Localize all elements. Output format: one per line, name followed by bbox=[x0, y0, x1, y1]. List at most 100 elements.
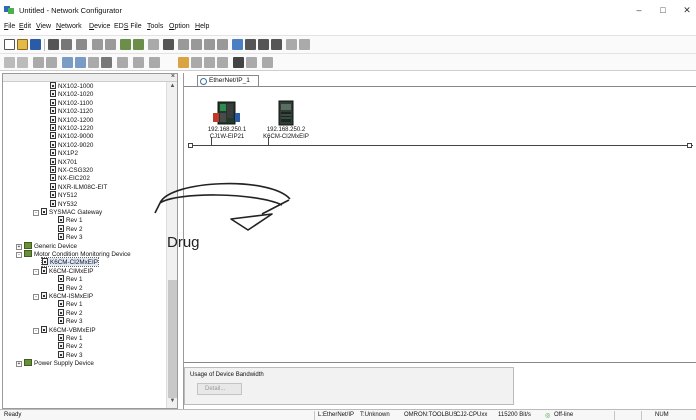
new-file-icon[interactable] bbox=[4, 39, 15, 50]
zoom-in-icon[interactable] bbox=[92, 39, 103, 50]
tree-item[interactable]: Rev 3 bbox=[58, 317, 82, 325]
close-button[interactable]: ✕ bbox=[680, 4, 694, 16]
menu-network[interactable]: Network bbox=[56, 23, 82, 30]
collapse-icon[interactable]: - bbox=[16, 252, 22, 258]
arrow-down-icon[interactable] bbox=[75, 57, 86, 68]
tree-item[interactable]: NY512 bbox=[50, 191, 77, 199]
open-folder-icon[interactable] bbox=[17, 39, 28, 50]
menu-edit[interactable]: Edit bbox=[19, 23, 31, 30]
menu-option[interactable]: Option bbox=[169, 23, 190, 30]
maximize-button[interactable]: □ bbox=[656, 4, 670, 16]
detail-button[interactable]: Detail... bbox=[197, 383, 242, 395]
device-list-icon[interactable] bbox=[17, 57, 28, 68]
menu-view[interactable]: View bbox=[36, 23, 51, 30]
pointer-icon[interactable] bbox=[148, 39, 159, 50]
collapse-icon[interactable]: - bbox=[33, 210, 39, 216]
tree-item[interactable]: Rev 3 bbox=[58, 233, 82, 241]
online-icon[interactable] bbox=[133, 57, 144, 68]
minimize-button[interactable]: – bbox=[632, 4, 646, 16]
menu-tools[interactable]: Tools bbox=[147, 23, 163, 30]
tree-item[interactable]: K6CM-CI2MxEIP bbox=[41, 257, 99, 268]
tree-item[interactable]: NX102-1120 bbox=[50, 107, 93, 115]
collapse-icon[interactable]: - bbox=[33, 327, 39, 334]
register-icon[interactable] bbox=[33, 57, 44, 68]
tree-item[interactable]: NX102-9000 bbox=[50, 132, 93, 140]
tree-item[interactable]: + Generic Device bbox=[16, 241, 77, 250]
menu-eds-file[interactable]: EDS File bbox=[114, 23, 142, 30]
scrollbar-thumb[interactable] bbox=[168, 280, 177, 398]
tree-item[interactable]: + Power Supply Device bbox=[16, 359, 94, 368]
menu-file[interactable]: File bbox=[4, 23, 15, 30]
tree-item[interactable]: NX1P2 bbox=[50, 149, 78, 157]
tree-item[interactable]: NX102-1000 bbox=[50, 82, 93, 90]
close-icon[interactable]: × bbox=[171, 73, 175, 80]
scroll-down-icon[interactable]: ▼ bbox=[168, 398, 177, 407]
tree-item[interactable]: NXR-ILM08C-EIT bbox=[50, 182, 107, 191]
tree-item[interactable]: - K6CM-VBMxEIP bbox=[33, 325, 96, 334]
eds-icon[interactable] bbox=[191, 57, 202, 68]
tree-item[interactable]: Rev 2 bbox=[58, 224, 82, 233]
tree-item[interactable]: NX102-1020 bbox=[50, 90, 93, 98]
tree-item[interactable]: NX-CSG320 bbox=[50, 166, 93, 174]
tree-item[interactable]: NY532 bbox=[50, 199, 77, 208]
tab-ethernet-ip-1[interactable]: EtherNet/IP_1 bbox=[197, 75, 259, 86]
device-search-icon[interactable] bbox=[178, 57, 189, 68]
tree-item[interactable]: - SYSMAC Gateway bbox=[33, 208, 102, 216]
diagnosis-icon[interactable] bbox=[149, 57, 160, 68]
scroll-up-icon[interactable]: ▲ bbox=[168, 83, 177, 92]
upload-icon[interactable] bbox=[232, 39, 243, 50]
tree-item[interactable]: NX102-1100 bbox=[50, 98, 93, 107]
device-tree[interactable]: NX102-1000 NX102-1020 NX102-1100 NX102-1120… bbox=[3, 82, 166, 408]
copy-icon[interactable] bbox=[191, 39, 202, 50]
tree-item[interactable]: NX102-1200 bbox=[50, 115, 93, 124]
tree-item[interactable]: Rev 2 bbox=[58, 342, 82, 350]
disconnect-icon[interactable] bbox=[133, 39, 144, 50]
tree-item[interactable]: NX701 bbox=[50, 157, 77, 166]
expand-icon[interactable]: + bbox=[16, 243, 22, 250]
save-icon[interactable] bbox=[30, 39, 41, 50]
expand-icon[interactable]: + bbox=[16, 361, 22, 368]
tree-item[interactable]: NX102-1220 bbox=[50, 124, 93, 132]
tree-item[interactable]: - K6CM-ISMxEIP bbox=[33, 292, 93, 300]
export-icon[interactable] bbox=[204, 57, 215, 68]
report-icon[interactable] bbox=[246, 57, 257, 68]
sensor-device-icon[interactable] bbox=[277, 100, 295, 127]
tree-item[interactable]: NX102-9020 bbox=[50, 140, 93, 149]
delete-icon[interactable] bbox=[217, 39, 228, 50]
network-config-icon[interactable] bbox=[61, 39, 72, 50]
find-icon[interactable] bbox=[233, 57, 244, 68]
io-icon[interactable] bbox=[117, 57, 128, 68]
print-icon[interactable] bbox=[163, 39, 174, 50]
paste-icon[interactable] bbox=[204, 39, 215, 50]
tree-item[interactable]: Rev 3 bbox=[58, 350, 82, 359]
tree-item[interactable]: NX-EIC202 bbox=[50, 174, 90, 182]
tree-item[interactable]: Rev 1 bbox=[58, 334, 82, 342]
table-icon[interactable] bbox=[258, 39, 269, 50]
unregister-icon[interactable] bbox=[46, 57, 57, 68]
tree-item[interactable]: Rev 1 bbox=[58, 300, 82, 308]
tree-item[interactable]: Rev 1 bbox=[58, 275, 82, 283]
tree-item[interactable]: - K6CM-CIMxEIP bbox=[33, 266, 93, 275]
monitor-icon[interactable] bbox=[286, 39, 297, 50]
collapse-icon[interactable]: - bbox=[33, 294, 39, 300]
network-icon[interactable] bbox=[48, 39, 59, 50]
property-icon[interactable] bbox=[4, 57, 15, 68]
tree-item[interactable]: Rev 2 bbox=[58, 283, 82, 292]
network-canvas[interactable]: 192.168.250.1 CJ1W-EIP21 192.168.250.2 K… bbox=[184, 86, 696, 363]
tree-item[interactable]: Rev 2 bbox=[58, 308, 82, 317]
menu-device[interactable]: Device bbox=[89, 23, 110, 30]
memory-icon[interactable] bbox=[101, 57, 112, 68]
compare-icon[interactable] bbox=[299, 39, 310, 50]
wrench-icon[interactable] bbox=[76, 39, 87, 50]
zoom-out-icon[interactable] bbox=[105, 39, 116, 50]
settings-icon[interactable] bbox=[262, 57, 273, 68]
grid-icon[interactable] bbox=[271, 39, 282, 50]
parameter-icon[interactable] bbox=[245, 39, 256, 50]
check-icon[interactable] bbox=[88, 57, 99, 68]
arrow-up-icon[interactable] bbox=[62, 57, 73, 68]
plc-device-icon[interactable] bbox=[213, 101, 241, 127]
connect-icon[interactable] bbox=[120, 39, 131, 50]
cut-icon[interactable] bbox=[178, 39, 189, 50]
collapse-icon[interactable]: - bbox=[33, 268, 39, 275]
tree-item[interactable]: - Motor Condition Monitoring Device bbox=[16, 250, 131, 258]
